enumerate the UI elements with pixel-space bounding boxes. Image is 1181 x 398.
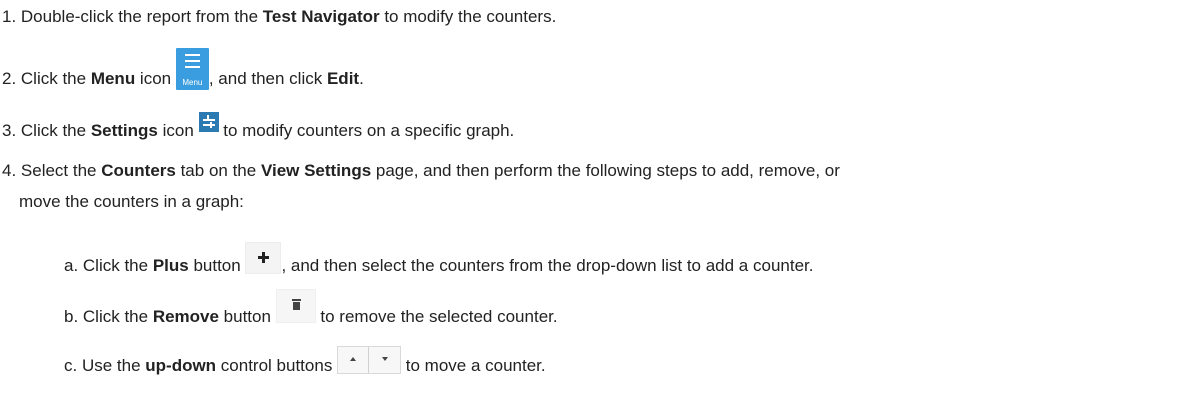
test-navigator-label: Test Navigator [262, 7, 380, 26]
up-down-label: up-down [145, 356, 217, 375]
trash-icon[interactable] [275, 288, 316, 323]
step-4-continuation: move the counters in a graph: [19, 192, 244, 211]
substep-b: b. Click the Remove button to remove the… [64, 288, 558, 329]
remove-label: Remove [152, 307, 219, 326]
plus-label: Plus [152, 256, 189, 275]
up-down-control [337, 345, 402, 374]
settings-icon[interactable] [198, 111, 219, 132]
view-settings-label: View Settings [260, 161, 372, 180]
plus-icon[interactable] [245, 241, 282, 274]
menu-bar-line [184, 66, 200, 68]
substep-a: a. Click the Plus button , and then sele… [64, 241, 813, 278]
menu-label: Menu [90, 69, 136, 88]
step-4: 4. Select the Counters tab on the View S… [2, 161, 840, 180]
step-2: 2. Click the Menu icon Menu , and then c… [2, 48, 364, 90]
settings-label: Settings [90, 121, 158, 140]
substep-c: c. Use the up-down control buttons to mo… [64, 345, 546, 377]
step-1: 1. Double-click the report from the Test… [2, 7, 557, 26]
edit-label: Edit [326, 69, 360, 88]
up-arrow-icon[interactable] [338, 347, 368, 373]
down-arrow-icon[interactable] [369, 347, 400, 373]
menu-bar-line [184, 54, 200, 56]
step-3: 3. Click the Settings icon to modify cou… [2, 111, 514, 142]
menu-icon-caption: Menu [182, 78, 203, 87]
menu-icon[interactable]: Menu [175, 48, 209, 90]
menu-bar-line [184, 60, 200, 62]
counters-label: Counters [101, 161, 176, 180]
